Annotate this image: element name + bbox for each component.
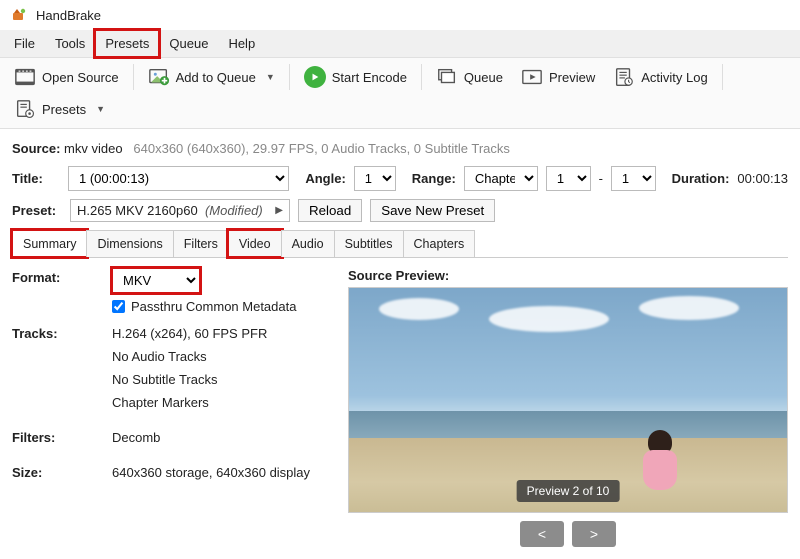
format-label: Format:	[12, 268, 112, 314]
reload-button[interactable]: Reload	[298, 199, 362, 222]
separator	[133, 64, 134, 90]
format-select[interactable]: MKV	[112, 268, 200, 293]
queue-button[interactable]: Queue	[430, 64, 509, 90]
menu-queue[interactable]: Queue	[159, 30, 218, 57]
add-queue-button[interactable]: Add to Queue ▼	[142, 64, 281, 90]
menu-bar: File Tools Presets Queue Help	[0, 30, 800, 58]
menu-help[interactable]: Help	[218, 30, 265, 57]
range-type-select[interactable]: Chapters	[464, 166, 538, 191]
open-source-button[interactable]: Open Source	[8, 64, 125, 90]
film-icon	[14, 66, 36, 88]
separator	[421, 64, 422, 90]
track-subs: No Subtitle Tracks	[112, 372, 324, 387]
chevron-down-icon: ▼	[266, 72, 275, 82]
filters-value: Decomb	[112, 430, 324, 445]
separator	[289, 64, 290, 90]
tab-filters[interactable]: Filters	[173, 230, 229, 257]
source-meta: 640x360 (640x360), 29.97 FPS, 0 Audio Tr…	[133, 141, 510, 156]
start-encode-button[interactable]: Start Encode	[298, 64, 413, 90]
preview-badge: Preview 2 of 10	[517, 480, 620, 502]
chevron-down-icon: ▼	[96, 104, 105, 114]
log-icon	[613, 66, 635, 88]
image-add-icon	[148, 66, 170, 88]
duration-label: Duration:	[672, 171, 730, 186]
app-title: HandBrake	[36, 8, 101, 23]
angle-select[interactable]: 1	[354, 166, 396, 191]
size-label: Size:	[12, 463, 112, 488]
menu-file[interactable]: File	[4, 30, 45, 57]
filters-label: Filters:	[12, 428, 112, 453]
title-select[interactable]: 1 (00:00:13)	[68, 166, 289, 191]
tab-chapters[interactable]: Chapters	[403, 230, 476, 257]
open-source-label: Open Source	[42, 70, 119, 85]
range-from-select[interactable]: 1	[546, 166, 591, 191]
activity-log-label: Activity Log	[641, 70, 707, 85]
person-figure	[643, 430, 677, 490]
track-audio: No Audio Tracks	[112, 349, 324, 364]
size-value: 640x360 storage, 640x360 display	[112, 465, 324, 480]
tab-audio[interactable]: Audio	[281, 230, 335, 257]
tab-dimensions[interactable]: Dimensions	[86, 230, 173, 257]
angle-label: Angle:	[305, 171, 345, 186]
app-icon	[8, 4, 30, 26]
start-encode-label: Start Encode	[332, 70, 407, 85]
preset-field[interactable]: H.265 MKV 2160p60 (Modified) ▶	[70, 199, 290, 222]
separator	[722, 64, 723, 90]
tabs: Summary Dimensions Filters Video Audio S…	[12, 230, 788, 258]
source-preview: Preview 2 of 10	[348, 287, 788, 513]
menu-tools[interactable]: Tools	[45, 30, 95, 57]
menu-presets[interactable]: Presets	[95, 30, 159, 57]
preview-button[interactable]: Preview	[515, 64, 601, 90]
preset-value: H.265 MKV 2160p60	[77, 203, 198, 218]
track-video: H.264 (x264), 60 FPS PFR	[112, 326, 324, 341]
range-to-select[interactable]: 1	[611, 166, 656, 191]
source-label: Source:	[12, 141, 60, 156]
passthru-checkbox[interactable]	[112, 300, 125, 313]
add-queue-label: Add to Queue	[176, 70, 256, 85]
passthru-label: Passthru Common Metadata	[131, 299, 296, 314]
source-line: Source: mkv video 640x360 (640x360), 29.…	[12, 141, 788, 156]
presets-button[interactable]: Presets ▼	[8, 96, 111, 122]
queue-icon	[436, 66, 458, 88]
chevron-right-icon: ▶	[275, 205, 283, 216]
tab-video[interactable]: Video	[228, 230, 282, 257]
source-file: mkv video	[64, 141, 123, 156]
title-label: Title:	[12, 171, 60, 186]
preset-label: Preset:	[12, 203, 62, 218]
toolbar: Open Source Add to Queue ▼ Start Encode …	[0, 58, 800, 129]
play-icon	[304, 66, 326, 88]
preset-modified: (Modified)	[205, 203, 263, 218]
save-preset-button[interactable]: Save New Preset	[370, 199, 495, 222]
queue-label: Queue	[464, 70, 503, 85]
range-dash: -	[599, 171, 603, 186]
presets-icon	[14, 98, 36, 120]
presets-label: Presets	[42, 102, 86, 117]
tab-summary[interactable]: Summary	[12, 230, 87, 257]
preview-label: Preview	[549, 70, 595, 85]
track-chapters: Chapter Markers	[112, 395, 324, 410]
source-preview-label: Source Preview:	[348, 268, 788, 283]
duration-value: 00:00:13	[737, 171, 788, 186]
preview-icon	[521, 66, 543, 88]
tab-subtitles[interactable]: Subtitles	[334, 230, 404, 257]
tracks-label: Tracks:	[12, 324, 112, 418]
range-label: Range:	[412, 171, 456, 186]
title-bar: HandBrake	[0, 0, 800, 30]
preview-prev-button[interactable]: <	[520, 521, 564, 547]
preview-next-button[interactable]: >	[572, 521, 616, 547]
activity-log-button[interactable]: Activity Log	[607, 64, 713, 90]
